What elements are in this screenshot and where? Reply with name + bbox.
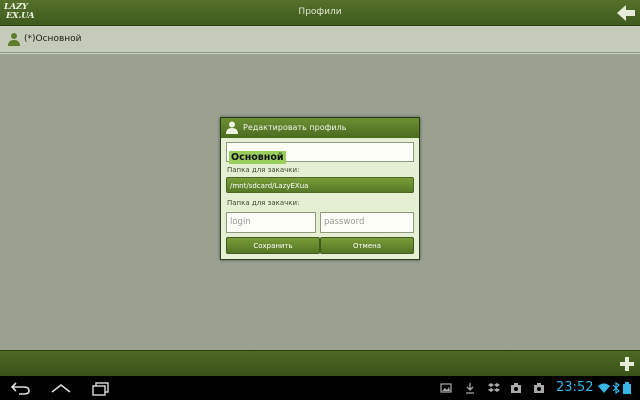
dropbox-icon: [488, 383, 500, 392]
camera-icon-2: [534, 383, 544, 393]
bottom-action-bar: [0, 350, 640, 376]
save-button[interactable]: Сохранить: [226, 237, 320, 254]
system-navigation-bar: 23:52: [0, 376, 640, 400]
back-arrow-icon[interactable]: [616, 4, 636, 22]
folder-path-button[interactable]: /mnt/sdcard/LazyEXua: [226, 177, 414, 193]
login-input[interactable]: login: [226, 212, 316, 233]
credentials-label: Папка для закачки:: [227, 199, 300, 207]
dialog-title: Редактировать профиль: [243, 123, 347, 132]
nav-back-icon[interactable]: [10, 380, 32, 396]
list-item-profile[interactable]: (*)Основной: [0, 26, 640, 53]
wifi-icon: [598, 383, 610, 393]
download-icon: [466, 383, 474, 394]
profile-name-input[interactable]: Основной: [226, 142, 414, 164]
profile-name-value: Основной: [229, 151, 286, 164]
screenshot-icon: [440, 383, 452, 393]
battery-icon: [623, 382, 631, 394]
user-icon: [8, 33, 20, 46]
page-title: Профили: [298, 7, 342, 17]
bluetooth-icon: [612, 382, 620, 394]
cancel-button[interactable]: Отмена: [320, 237, 414, 254]
dialog-header: Редактировать профиль: [221, 118, 419, 138]
status-clock: 23:52: [556, 380, 594, 395]
password-input[interactable]: password: [320, 212, 414, 233]
camera-icon: [511, 383, 521, 393]
edit-profile-dialog: Редактировать профиль Основной Папка для…: [220, 117, 420, 260]
profile-label: (*)Основной: [24, 34, 82, 44]
app-header: LAZY EX.UA Профили: [0, 0, 640, 26]
nav-recent-apps-icon[interactable]: [90, 380, 112, 396]
nav-home-icon[interactable]: [50, 380, 72, 396]
add-icon[interactable]: [619, 356, 635, 372]
user-icon: [226, 121, 238, 134]
folder-label: Папка для закачки:: [227, 166, 300, 174]
